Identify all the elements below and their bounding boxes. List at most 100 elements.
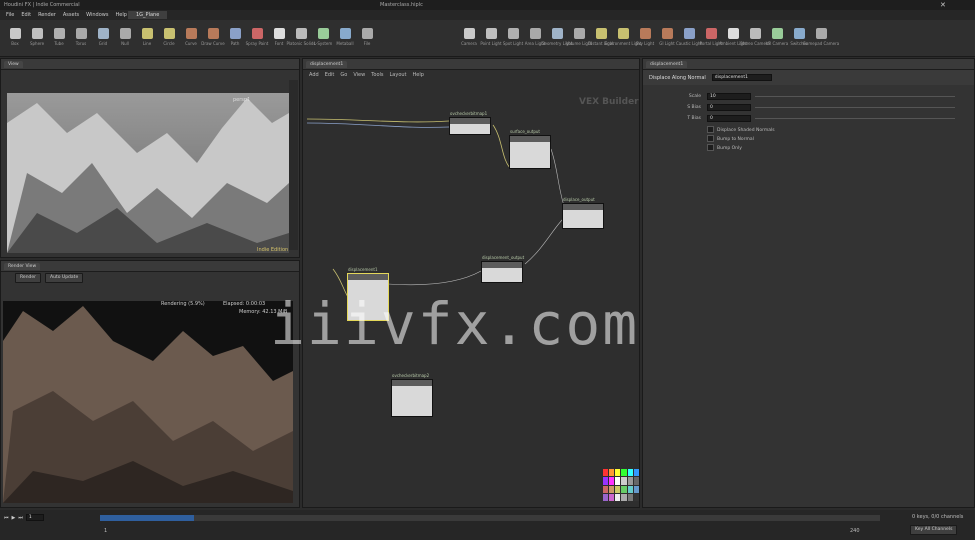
palette-swatch[interactable] <box>615 469 621 477</box>
file-tab[interactable]: Masterclass.hiplc <box>380 2 423 8</box>
palette-swatch[interactable] <box>615 485 621 493</box>
palette-swatch[interactable] <box>609 477 615 485</box>
palette-swatch[interactable] <box>609 485 615 493</box>
shelf-tool[interactable]: VR Camera <box>766 28 788 46</box>
shelf-tool[interactable]: Curve <box>180 28 202 46</box>
shelf-tool-label: Spot Light <box>502 41 524 46</box>
param-toggle[interactable]: Bump to Normal <box>707 135 974 144</box>
palette-swatch[interactable] <box>603 469 609 477</box>
palette-swatch[interactable] <box>627 469 633 477</box>
shelf-tool[interactable]: Sphere <box>26 28 48 46</box>
palette-swatch[interactable] <box>603 493 609 501</box>
render-image[interactable] <box>3 301 293 503</box>
close-icon[interactable]: ✕ <box>940 1 946 9</box>
shelf-tool[interactable]: Circle <box>158 28 180 46</box>
palette-swatch[interactable] <box>627 493 633 501</box>
palette-swatch[interactable] <box>621 485 627 493</box>
param-value-field[interactable]: 0 <box>707 103 751 111</box>
palette-swatch[interactable] <box>609 469 615 477</box>
start-frame[interactable]: 1 <box>104 528 107 534</box>
palette-swatch[interactable] <box>615 477 621 485</box>
node-ovcheckerbitmap2[interactable]: ovcheckerbitmap2 <box>391 373 433 417</box>
node-displacement-output[interactable]: displacement_output <box>481 255 524 283</box>
param-slider[interactable] <box>755 106 955 108</box>
palette-swatch[interactable] <box>621 477 627 485</box>
shelf-tool[interactable]: L-System <box>312 28 334 46</box>
shelf-tool-icon <box>75 28 87 39</box>
shelf-tool[interactable]: Box <box>4 28 26 46</box>
param-toggle[interactable]: Displace Shaded Normals <box>707 126 974 135</box>
play-forward-icon[interactable]: ⏭ <box>18 515 23 521</box>
title-bar: Houdini FX | Indie Commercial Masterclas… <box>0 0 975 10</box>
menu-item[interactable]: Windows <box>86 12 108 18</box>
param-value-field[interactable]: 10 <box>707 92 751 100</box>
menu-item[interactable]: Assets <box>63 12 79 18</box>
menu-item[interactable]: File <box>6 12 14 18</box>
shelf-tool[interactable]: Line <box>136 28 158 46</box>
palette-swatch[interactable] <box>609 493 615 501</box>
menu-item[interactable]: Edit <box>21 12 31 18</box>
shelf-tool[interactable]: Path <box>224 28 246 46</box>
shelf-tool[interactable]: Metaball <box>334 28 356 46</box>
param-slider[interactable] <box>755 117 955 119</box>
shelf-tool[interactable]: Platonic Solids <box>287 28 315 46</box>
node-displace-output[interactable]: displace_output <box>562 197 604 229</box>
timeline-track[interactable] <box>100 515 880 521</box>
shelf-tool-icon <box>793 28 805 39</box>
params-tab[interactable]: displacement1 <box>646 60 688 68</box>
palette-swatch[interactable] <box>627 477 633 485</box>
keys-label: 0 keys, 0/0 channels <box>912 514 964 520</box>
shelf-tool[interactable]: GI Light <box>656 28 678 46</box>
shelf-tool-icon <box>31 28 43 39</box>
palette-swatch[interactable] <box>633 485 639 493</box>
palette-swatch[interactable] <box>603 485 609 493</box>
camera-label[interactable]: persp1 <box>233 97 250 103</box>
node-ovcheckerbitmap1[interactable]: ovcheckerbitmap1 <box>449 111 491 135</box>
palette-swatch[interactable] <box>633 469 639 477</box>
play-back-icon[interactable]: ⏮ <box>4 515 9 521</box>
shelf-tool[interactable]: Torus <box>70 28 92 46</box>
viewport-tab[interactable]: View <box>4 60 23 68</box>
shelf-tool[interactable]: File <box>356 28 378 46</box>
checkbox[interactable] <box>707 144 714 151</box>
palette-swatch[interactable] <box>633 493 639 501</box>
palette-swatch[interactable] <box>621 469 627 477</box>
desktop-tab[interactable]: 1G_Plane <box>128 11 168 19</box>
palette-swatch[interactable] <box>633 477 639 485</box>
param-slider[interactable] <box>755 95 955 97</box>
shelf-tool[interactable]: Volume Light <box>566 28 592 46</box>
shelf-tool[interactable]: Sky Light <box>634 28 656 46</box>
palette-swatch[interactable] <box>627 485 633 493</box>
shelf-tool[interactable]: Spot Light <box>502 28 524 46</box>
param-toggle[interactable]: Bump Only <box>707 144 974 153</box>
shelf-tool[interactable]: Stereo Camera <box>740 28 770 46</box>
end-frame[interactable]: 240 <box>850 528 860 534</box>
shelf-tool[interactable]: Null <box>114 28 136 46</box>
shelf-tool[interactable]: Point Light <box>480 28 502 46</box>
play-icon[interactable]: ▶ <box>12 515 16 521</box>
checkbox[interactable] <box>707 135 714 142</box>
shelf-tool[interactable]: Grid <box>92 28 114 46</box>
param-value-field[interactable]: 0 <box>707 114 751 122</box>
shelf-tool[interactable]: Caustic Light <box>676 28 702 46</box>
palette-swatch[interactable] <box>603 477 609 485</box>
shelf-tool[interactable]: Spray Paint <box>246 28 268 46</box>
shelf-tool[interactable]: Camera <box>458 28 480 46</box>
shelf-tool[interactable]: Geometry Light <box>541 28 573 46</box>
shelf-tool[interactable]: Tube <box>48 28 70 46</box>
menu-item[interactable]: Render <box>38 12 56 18</box>
checkbox[interactable] <box>707 126 714 133</box>
shelf-tool[interactable]: Gamepad Camera <box>803 28 839 46</box>
auto-update-button[interactable]: Auto Update <box>45 273 84 283</box>
render-button[interactable]: Render <box>15 273 42 283</box>
color-palette[interactable] <box>603 469 639 501</box>
frame-field[interactable]: 1 <box>25 514 44 521</box>
palette-swatch[interactable] <box>621 493 627 501</box>
palette-swatch[interactable] <box>615 493 621 501</box>
key-all-button[interactable]: Key All Channels <box>910 525 958 535</box>
shelf-tool[interactable]: Draw Curve <box>201 28 225 46</box>
node-surface-output[interactable]: surface_output <box>509 129 551 169</box>
node-name-field[interactable]: displacement1 <box>711 74 772 81</box>
shelf-tool[interactable]: Environment Light <box>605 28 641 46</box>
menu-item[interactable]: Help <box>115 12 126 18</box>
